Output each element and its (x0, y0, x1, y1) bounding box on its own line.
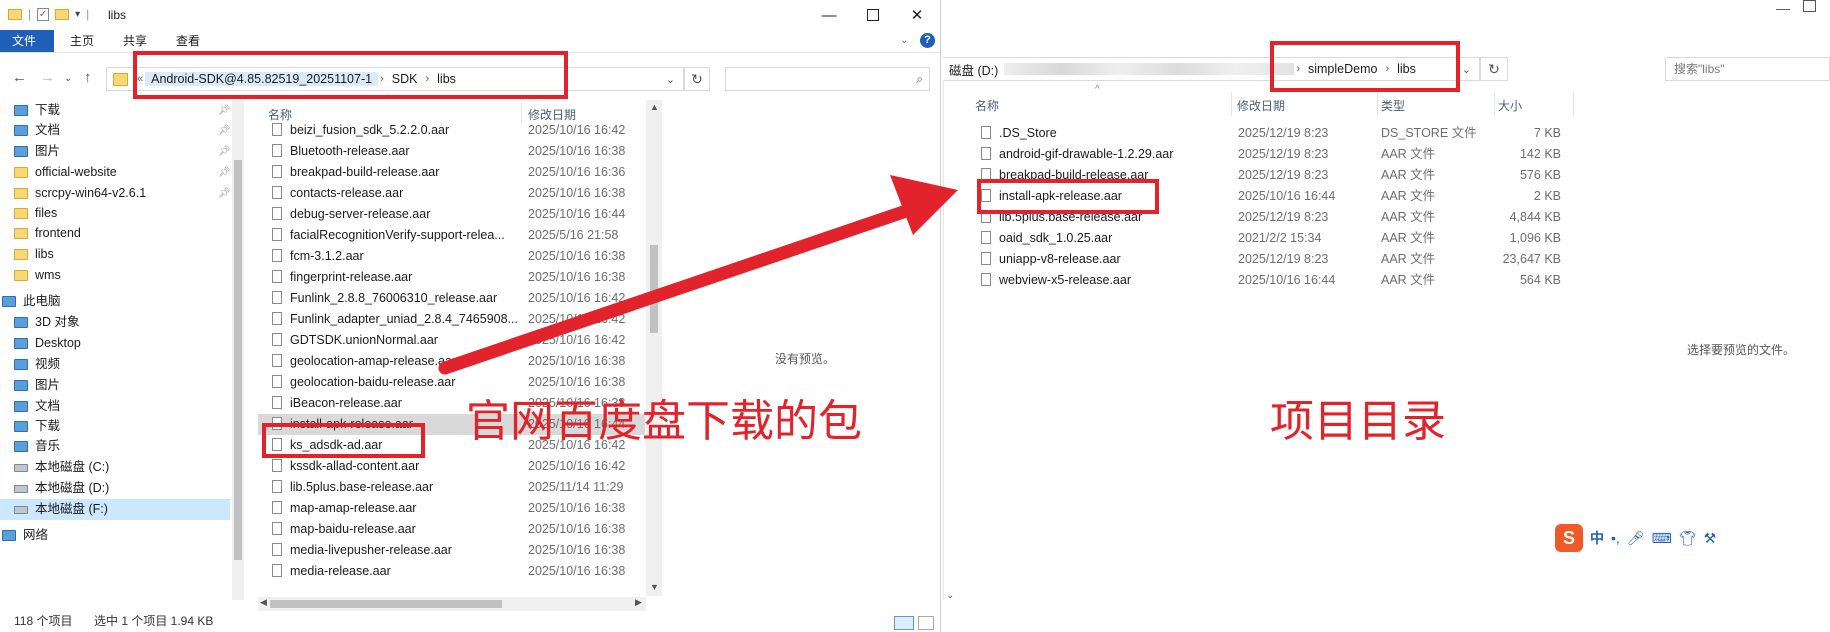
ime-language-toggle[interactable]: 中 (1590, 528, 1604, 548)
annotation-label-right: 项目目录 (1270, 396, 1446, 447)
ime-toolbar: S 中 •, 🎤︎ ⌨ 👕︎ ⚒ (1555, 523, 1716, 553)
annotation-label-left: 官网百度盘下载的包 (466, 396, 862, 447)
sogou-logo-icon[interactable]: S (1555, 524, 1583, 552)
toolbox-icon[interactable]: ⚒ (1704, 530, 1717, 547)
skin-icon[interactable]: 👕︎ (1679, 530, 1697, 547)
microphone-icon[interactable]: 🎤︎ (1627, 530, 1645, 547)
punctuation-icon[interactable]: •, (1611, 530, 1620, 546)
keyboard-icon[interactable]: ⌨ (1652, 530, 1672, 547)
